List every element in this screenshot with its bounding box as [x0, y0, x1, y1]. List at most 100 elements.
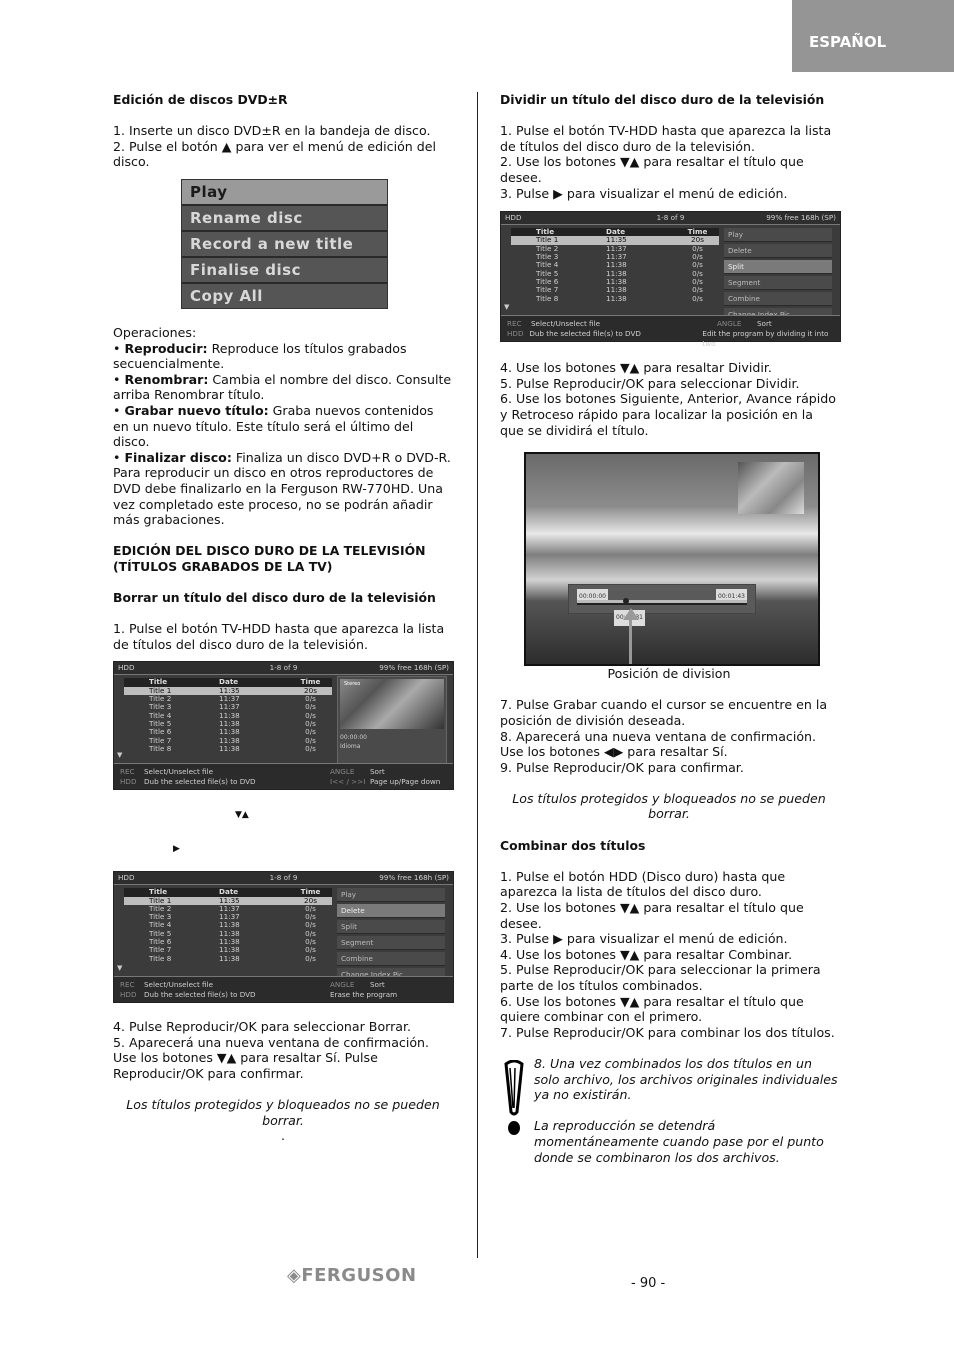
preview-info: 00:00:00 Idioma — [340, 734, 367, 751]
edit-menu-item: Delete — [337, 904, 445, 919]
operation-item: • Finalizar disco: Finaliza un disco DVD… — [113, 449, 451, 528]
operation-term: Finalizar disco: — [124, 449, 232, 465]
warning-text: 8. Una vez combinados los dos títulos en… — [534, 1055, 838, 1103]
menu-item-copy-all: Copy All — [190, 286, 263, 305]
step: 5. Aparecerá una nueva ventana de confir… — [113, 1034, 430, 1081]
col-title: Title — [149, 677, 168, 687]
page-number: - 90 - — [631, 1276, 666, 1291]
language-tab: ESPAÑOL — [792, 0, 954, 72]
hdd-top-bar: HDD 1-8 of 9 99% free 168h (SP) — [501, 212, 840, 226]
hdd-split-menu-screenshot: HDD 1-8 of 9 99% free 168h (SP) Title Dat… — [500, 211, 841, 348]
step: 6. Use los botones Siguiente, Anterior, … — [500, 391, 836, 438]
step: 7. Pulse Grabar cuando el cursor se encu… — [500, 697, 828, 728]
step: 5. Pulse Reproducir/OK para seleccionar … — [500, 962, 821, 993]
note-protected-titles: Los títulos protegidos y bloqueados no s… — [126, 1097, 440, 1128]
right-column: Dividir un título del disco duro de la t… — [500, 92, 841, 1165]
step: 9. Pulse Reproducir/OK para confirmar. — [500, 759, 744, 775]
left-column: Edición de discos DVD±R 1. Inserte un di… — [113, 92, 454, 1144]
edit-menu: Play Delete Split Segment Combine Change… — [337, 888, 445, 984]
step: 8. Aparecerá una nueva ventana de confir… — [500, 728, 817, 760]
edit-menu-item: Play — [337, 888, 445, 903]
warning-block: 8. Una vez combinados los dos títulos en… — [500, 1056, 838, 1165]
ferguson-logo-icon: ◈ — [287, 1265, 302, 1286]
step: 2. Use los botones ▼▲ para resaltar el t… — [500, 900, 804, 931]
dvd-edit-menu-screenshot: Play Rename disc Record a new title Fina… — [181, 178, 388, 309]
edit-menu-item: Play — [724, 228, 832, 243]
stray-dot: . — [280, 1128, 285, 1144]
step: 1. Pulse el botón TV-HDD hasta que apare… — [500, 123, 832, 154]
menu-item-finalise-disc: Finalise disc — [182, 258, 387, 284]
step: 3. Pulse ▶ para visualizar el menú de ed… — [500, 931, 788, 947]
section-title-split: Dividir un título del disco duro de la t… — [500, 92, 825, 107]
hdd-range: 1-8 of 9 — [269, 663, 298, 673]
operation-term: Renombrar: — [124, 371, 209, 387]
video-preview: Stereo 00:00:00 Idioma — [337, 676, 447, 775]
operation-item: • Grabar nuevo título: Graba nuevos cont… — [113, 402, 434, 450]
progress-track — [577, 600, 747, 606]
hdd-title-list: Title Date Time Title 1 11:35 20s Title 2 11:… — [124, 887, 332, 963]
operation-term: Grabar nuevo título: — [124, 402, 269, 418]
edit-menu-item: Segment — [337, 936, 445, 951]
split-progress-bar: 00:00:00 00:01:43 — [568, 584, 756, 615]
list-row: Title 8 11:38 0/s — [149, 953, 316, 963]
menu-item-play: Play — [182, 179, 387, 206]
hdd-help-bar: REC Select/Unselect file ANGLE Sort HDD Dub … — [114, 976, 453, 1003]
step: 1. Pulse el botón HDD (Disco duro) hasta… — [500, 868, 786, 900]
step: 3. Pulse ▶ para visualizar el menú de ed… — [500, 185, 788, 201]
section-title-hdd-edit: EDICIÓN DEL DISCO DURO DE LA TELEVISIÓN … — [113, 543, 426, 574]
step: 2. Use los botones ▼▲ para resaltar el t… — [500, 154, 804, 185]
image-caption: Posición de division — [607, 666, 731, 682]
arrow-right-icon: ▶ — [173, 843, 180, 854]
split-position-screenshot: 00:00:00 00:01:43 00:00:31 — [524, 452, 820, 667]
operations-label: Operaciones: — [113, 324, 197, 340]
hdd-top-bar: HDD 1-8 of 9 99% free 168h (SP) — [114, 662, 453, 676]
hdd-title-list: Title Date Time Title 1 11:35 20s Title 2 11:… — [124, 678, 332, 753]
step: 4. Pulse Reproducir/OK para seleccionar … — [113, 1019, 412, 1035]
menu-item-record-new-title: Record a new title — [182, 232, 387, 258]
section-title-delete: Borrar un título del disco duro de la te… — [113, 590, 436, 606]
scroll-down-icon: ▼ — [117, 963, 123, 972]
hdd-device-label: HDD — [118, 663, 135, 673]
edit-menu-item: Delete — [724, 244, 832, 259]
exclamation-icon — [504, 1059, 524, 1135]
warning-text: La reproducción se detendrá momentáneame… — [534, 1118, 824, 1165]
step: 1. Inserte un disco DVD±R en la bandeja … — [113, 123, 431, 139]
ferguson-logo: ◈FERGUSON — [287, 1265, 417, 1286]
menu-item-rename-disc: Rename disc — [182, 206, 387, 232]
edit-menu-item: Combine — [337, 952, 445, 967]
column-divider — [477, 92, 478, 1258]
step: 5. Pulse Reproducir/OK para seleccionar … — [500, 375, 800, 391]
hdd-help-bar: REC Select/Unselect file ANGLE Sort HDD Dub … — [114, 763, 453, 790]
edit-menu-item: Split — [337, 920, 445, 935]
preview-image: Stereo — [340, 679, 444, 730]
hdd-edit-menu-screenshot: HDD 1-8 of 9 99% free 168h (SP) Title Dat… — [113, 871, 454, 1004]
section-title-combine: Combinar dos títulos — [500, 837, 646, 853]
edit-menu-item: Segment — [724, 276, 832, 291]
operation-item: • Renombrar: Cambia el nombre del disco.… — [113, 371, 452, 403]
arrows-updown-icon: ▼▲ — [235, 810, 249, 821]
note-protected-titles: Los títulos protegidos y bloqueados no s… — [512, 790, 826, 822]
step: 4. Use los botones ▼▲ para resaltar Comb… — [500, 946, 793, 962]
step: 7. Pulse Reproducir/OK para combinar los… — [500, 1024, 835, 1040]
hdd-title-list-screenshot: HDD 1-8 of 9 99% free 168h (SP) Title Dat… — [113, 661, 454, 791]
list-row: Title 8 11:38 0/s — [149, 743, 316, 753]
section-title-dvd-edit: Edición de discos DVD±R — [113, 92, 288, 107]
hdd-free-space: 99% free 168h (SP) — [379, 663, 449, 673]
step: 4. Use los botones ▼▲ para resaltar Divi… — [500, 360, 772, 376]
operation-item: • Reproducir: Reproduce los títulos grab… — [113, 340, 407, 372]
step: 1. Pulse el botón TV-HDD hasta que apare… — [113, 621, 445, 652]
hdd-title-list: Title Date Time Title 1 11:35 20s Title 2 11:… — [511, 227, 719, 303]
hdd-top-bar: HDD 1-8 of 9 99% free 168h (SP) — [114, 872, 453, 886]
list-row: Title 8 11:38 0/s — [536, 293, 703, 303]
edit-menu: Play Delete Split Segment Combine Change… — [724, 228, 832, 324]
edit-menu-item: Split — [724, 260, 832, 275]
step: 2. Pulse el botón ▲ para ver el menú de … — [113, 138, 437, 170]
step: 6. Use los botones ▼▲ para resaltar el t… — [500, 993, 804, 1025]
pip-thumbnail — [738, 462, 804, 515]
edit-menu-item: Combine — [724, 292, 832, 307]
operation-term: Reproducir: — [124, 340, 208, 356]
scroll-down-icon: ▼ — [117, 751, 123, 760]
scroll-down-icon: ▼ — [504, 302, 510, 311]
hdd-help-bar: REC Select/Unselect file ANGLE Sort HDD Dub … — [501, 315, 840, 348]
pointer-arrow-line — [629, 614, 632, 665]
